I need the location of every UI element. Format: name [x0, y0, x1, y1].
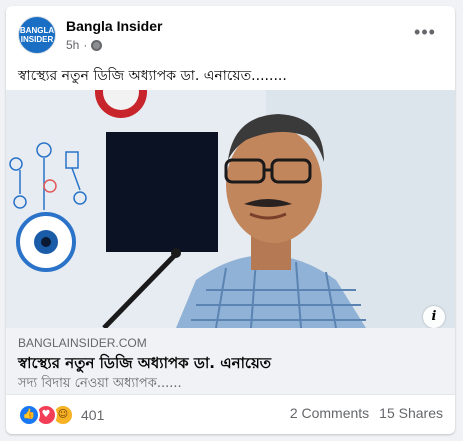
- avatar-text-bottom: INSIDER: [20, 35, 54, 44]
- post-meta: 5h ·: [66, 38, 103, 52]
- globe-icon[interactable]: [91, 39, 103, 51]
- post-time[interactable]: 5h: [66, 38, 79, 52]
- post-footer: 👍 ♥ ☺ 401 2 Comments 15 Shares: [18, 404, 443, 426]
- post-card: BANGLA INSIDER Bangla Insider 5h · ••• স…: [6, 6, 455, 434]
- link-preview[interactable]: BANGLAINSIDER.COM স্বাস্থ্যের নতুন ডিজি …: [6, 328, 455, 395]
- post-header: BANGLA INSIDER Bangla Insider 5h · •••: [18, 16, 443, 60]
- link-domain: BANGLAINSIDER.COM: [18, 336, 147, 350]
- page-name[interactable]: Bangla Insider: [66, 18, 162, 34]
- reaction-count[interactable]: 401: [81, 407, 104, 423]
- avatar-text-top: BANGLA: [19, 26, 55, 35]
- avatar[interactable]: BANGLA INSIDER: [18, 16, 56, 54]
- reactions-summary[interactable]: 👍 ♥ ☺ 401: [18, 404, 104, 426]
- link-description: সদ্য বিদায় নেওয়া অধ্যাপক......: [18, 376, 182, 391]
- comments-count[interactable]: 2 Comments: [290, 405, 369, 421]
- post-text: স্বাস্থ্যের নতুন ডিজি অধ্যাপক ডা. এনায়ে…: [18, 68, 287, 84]
- post-stats: 2 Comments 15 Shares: [290, 405, 443, 421]
- like-icon: 👍: [18, 404, 40, 426]
- more-options-icon[interactable]: •••: [413, 23, 437, 42]
- post-image[interactable]: [6, 90, 455, 328]
- photo-illustration: [6, 90, 455, 328]
- info-icon[interactable]: i: [423, 306, 445, 328]
- shares-count[interactable]: 15 Shares: [379, 405, 443, 421]
